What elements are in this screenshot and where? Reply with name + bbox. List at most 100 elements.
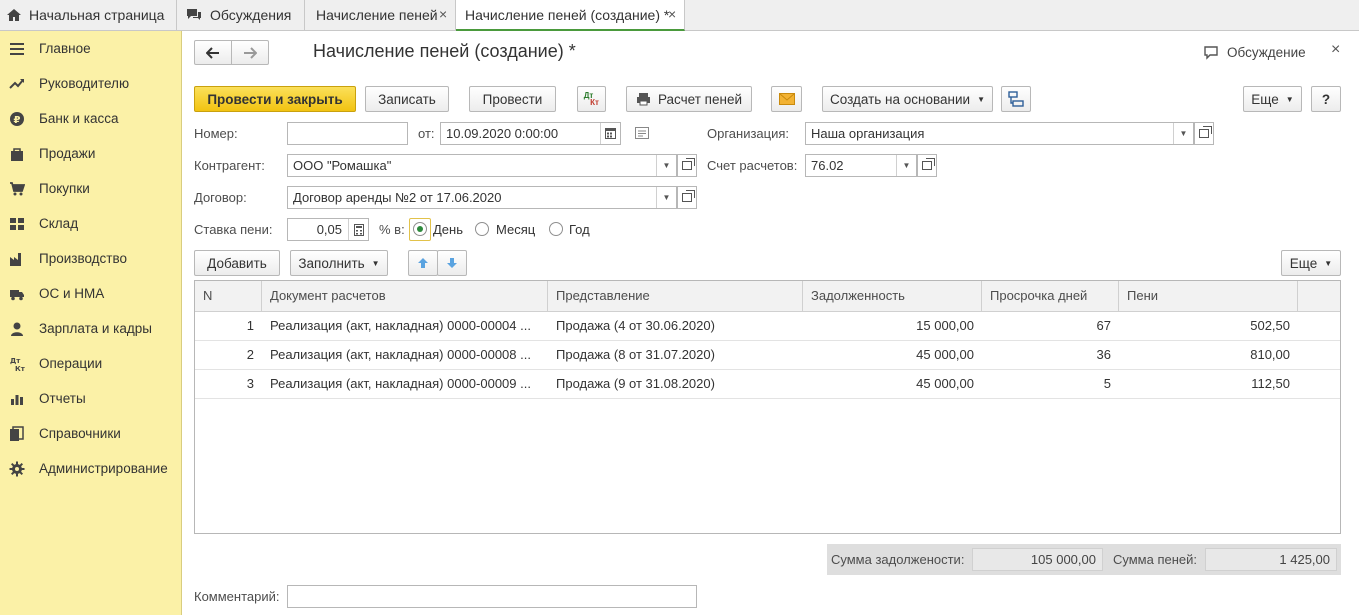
sidebar-item-catalogs[interactable]: Справочники: [0, 416, 182, 451]
move-down-button[interactable]: [437, 250, 467, 276]
chevron-down-icon[interactable]: ▼: [656, 155, 676, 176]
close-form-icon[interactable]: ×: [1331, 41, 1340, 59]
envelope-icon: [778, 93, 795, 105]
tab-penalties[interactable]: Начисление пеней ×: [305, 0, 456, 31]
sidebar-item-salary[interactable]: Зарплата и кадры: [0, 311, 182, 346]
date-field[interactable]: 10.09.2020 0:00:00: [440, 122, 621, 145]
chevron-down-icon: ▼: [1324, 258, 1333, 268]
close-icon[interactable]: ×: [439, 6, 447, 22]
create-based-on-button[interactable]: Создать на основании ▼: [822, 86, 993, 112]
table-more-button[interactable]: Еще ▼: [1281, 250, 1341, 276]
radio-day[interactable]: [413, 222, 427, 236]
contract-value: Договор аренды №2 от 17.06.2020: [293, 190, 502, 205]
penalty-total-label: Сумма пеней:: [1113, 552, 1198, 567]
debt-total-label: Сумма задолжености:: [831, 552, 965, 567]
sidebar-item-production[interactable]: Производство: [0, 241, 182, 276]
trend-icon: [9, 79, 24, 89]
rate-label: Ставка пени:: [194, 222, 273, 237]
rate-field[interactable]: 0,05: [287, 218, 369, 241]
fill-button[interactable]: Заполнить ▼: [290, 250, 388, 276]
open-contract-button[interactable]: [677, 186, 697, 209]
counterparty-field[interactable]: ООО "Ромашка" ▼: [287, 154, 677, 177]
radio-month-label[interactable]: Месяц: [496, 222, 535, 237]
column-header-debt[interactable]: Задолженность: [803, 281, 982, 312]
sidebar-item-operations[interactable]: Дт Кт Операции: [0, 346, 182, 381]
sidebar-item-main[interactable]: Главное: [0, 31, 182, 66]
open-icon: [682, 158, 695, 170]
tab-discussions[interactable]: Обсуждения: [177, 0, 305, 31]
chevron-down-icon[interactable]: ▼: [1173, 123, 1193, 144]
radio-month[interactable]: [475, 222, 489, 236]
post-button[interactable]: Провести: [469, 86, 556, 112]
chevron-down-icon: ▼: [371, 258, 380, 268]
radio-year-label[interactable]: Год: [569, 222, 590, 237]
table-row[interactable]: 1 Реализация (акт, накладная) 0000-00004…: [195, 312, 1340, 341]
back-button[interactable]: [194, 40, 232, 65]
save-button[interactable]: Записать: [365, 86, 449, 112]
chevron-down-icon[interactable]: ▼: [896, 155, 916, 176]
open-organization-button[interactable]: [1194, 122, 1214, 145]
contract-field[interactable]: Договор аренды №2 от 17.06.2020 ▼: [287, 186, 677, 209]
close-icon[interactable]: ×: [668, 6, 676, 22]
sidebar-item-admin[interactable]: Администрирование: [0, 451, 182, 486]
calculator-button[interactable]: [348, 219, 368, 240]
add-button[interactable]: Добавить: [194, 250, 280, 276]
organization-field[interactable]: Наша организация ▼: [805, 122, 1194, 145]
dt-kt-button[interactable]: Дт Кт: [577, 86, 606, 112]
move-up-button[interactable]: [408, 250, 438, 276]
tab-label: Начисление пеней (создание) *: [465, 7, 670, 23]
open-account-button[interactable]: [917, 154, 937, 177]
calculate-penalties-button[interactable]: Расчет пеней: [626, 86, 752, 112]
date-value: 10.09.2020 0:00:00: [446, 126, 559, 141]
email-button[interactable]: [771, 86, 802, 112]
sidebar-item-purchases[interactable]: Покупки: [0, 171, 182, 206]
sidebar-item-warehouse[interactable]: Склад: [0, 206, 182, 241]
column-header-overdue-days[interactable]: Просрочка дней: [982, 281, 1119, 312]
tab-home[interactable]: Начальная страница: [0, 0, 177, 31]
sidebar-item-label: Банк и касса: [39, 111, 119, 126]
radio-year[interactable]: [549, 222, 563, 236]
fill-label: Заполнить: [298, 255, 365, 271]
page-title: Начисление пеней (создание) *: [313, 41, 576, 61]
more-label: Еще: [1251, 91, 1279, 107]
discussion-icon: [187, 9, 201, 20]
sidebar-item-sales[interactable]: Продажи: [0, 136, 182, 171]
sidebar-item-reports[interactable]: Отчеты: [0, 381, 182, 416]
sidebar-item-director[interactable]: Руководителю: [0, 66, 182, 101]
help-button[interactable]: ?: [1311, 86, 1341, 112]
discussion-link[interactable]: Обсуждение: [1203, 43, 1306, 61]
forward-button[interactable]: [231, 40, 269, 65]
document-notes-icon[interactable]: [635, 127, 649, 139]
account-label: Счет расчетов:: [707, 158, 798, 173]
column-header-presentation[interactable]: Представление: [548, 281, 803, 312]
sidebar-item-fixed-assets[interactable]: ОС и НМА: [0, 276, 182, 311]
cell-debt: 15 000,00: [916, 318, 974, 333]
comment-field[interactable]: [287, 585, 697, 608]
column-header-n[interactable]: N: [195, 281, 262, 312]
structure-button[interactable]: [1001, 86, 1031, 112]
table-row[interactable]: 2 Реализация (акт, накладная) 0000-00008…: [195, 341, 1340, 370]
post-and-close-button[interactable]: Провести и закрыть: [194, 86, 356, 112]
column-header-penalty[interactable]: Пени: [1119, 281, 1298, 312]
more-button[interactable]: Еще ▼: [1243, 86, 1302, 112]
radio-day-label[interactable]: День: [433, 222, 463, 237]
cell-overdue-days: 36: [1096, 347, 1111, 362]
organization-value: Наша организация: [811, 126, 925, 141]
cart-icon: [10, 182, 25, 196]
cell-penalty: 810,00: [1250, 347, 1290, 362]
open-counterparty-button[interactable]: [677, 154, 697, 177]
radio-selected-dot: [417, 226, 423, 232]
table-more-label: Еще: [1289, 255, 1318, 271]
chevron-down-icon: ▼: [977, 94, 985, 104]
svg-text:₽: ₽: [14, 115, 21, 126]
sidebar-item-bank[interactable]: ₽ Банк и касса: [0, 101, 182, 136]
number-field[interactable]: [287, 122, 408, 145]
calendar-button[interactable]: [600, 123, 620, 144]
column-header-document[interactable]: Документ расчетов: [262, 281, 548, 312]
chevron-down-icon[interactable]: ▼: [656, 187, 676, 208]
cell-debt: 45 000,00: [916, 376, 974, 391]
table-row[interactable]: 3 Реализация (акт, накладная) 0000-00009…: [195, 370, 1340, 399]
svg-text:Дт: Дт: [10, 357, 21, 365]
tab-penalties-create[interactable]: Начисление пеней (создание) * ×: [456, 0, 685, 31]
account-field[interactable]: 76.02 ▼: [805, 154, 917, 177]
